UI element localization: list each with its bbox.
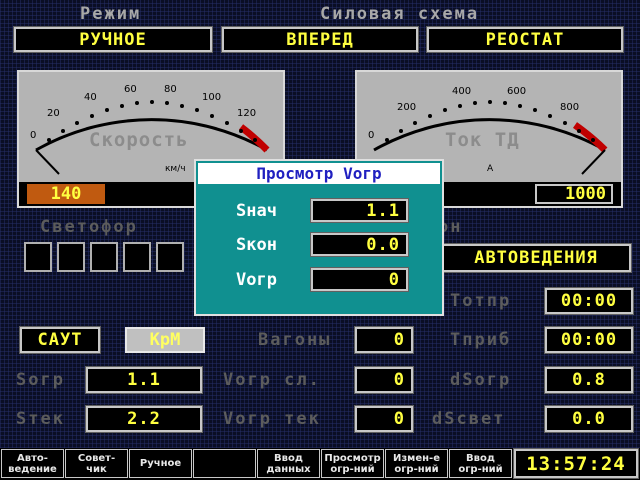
- mode-display: РУЧНОЕ: [13, 26, 213, 53]
- ds-signal-label: dSсвет: [432, 409, 506, 429]
- fkey-view-limits[interactable]: Просмотр огр-ний: [321, 449, 384, 478]
- fkey-manual-label: Ручное: [139, 458, 182, 469]
- wagons-label: Вагоны: [258, 330, 332, 350]
- current-tick-400: 400: [452, 86, 472, 97]
- current-tick-800: 800: [560, 102, 580, 113]
- dialog-s-end-value[interactable]: 0.0: [310, 232, 409, 257]
- v-limit-next-value: 0: [354, 366, 414, 394]
- v-limit-next-label: Vогр сл.: [223, 370, 321, 390]
- speed-tick-0: 0: [30, 130, 37, 141]
- fkey-auto-drive-label: Авто- ведение: [8, 452, 57, 475]
- fkey-manual[interactable]: Ручное: [129, 449, 192, 478]
- t-departure-value: 00:00: [544, 287, 634, 315]
- speed-gauge-label: Скорость: [89, 129, 189, 151]
- dialog-v-limit-value[interactable]: 0: [310, 267, 409, 292]
- fkey-advisor[interactable]: Совет- чик: [65, 449, 128, 478]
- speed-tick-120: 120: [237, 108, 257, 119]
- signal-light-1: [24, 242, 52, 272]
- s-current-value: 2.2: [85, 405, 203, 433]
- dialog-s-start-value[interactable]: 1.1: [310, 198, 409, 223]
- circuit-display: РЕОСТАТ: [426, 26, 624, 53]
- current-tick-600: 600: [507, 86, 527, 97]
- t-arrival-label: Тприб: [450, 330, 512, 350]
- ds-limit-value: 0.8: [544, 366, 634, 394]
- speed-needle: [35, 149, 60, 175]
- signal-light-5: [156, 242, 184, 272]
- power-scheme-header: Силовая схема: [320, 4, 480, 24]
- fkey-data-entry[interactable]: Ввод данных: [257, 449, 320, 478]
- auto-drive-mode-display: АВТОВЕДЕНИЯ: [440, 243, 632, 273]
- speed-tick-20: 20: [47, 108, 60, 119]
- signal-light-2: [57, 242, 85, 272]
- speed-unit: км/ч: [165, 164, 186, 174]
- current-unit: А: [487, 164, 494, 174]
- dialog-s-end-label: Sкон: [236, 235, 277, 255]
- current-needle: [581, 149, 606, 175]
- dialog-title: Просмотр Vогр: [198, 163, 440, 184]
- speed-tick-40: 40: [84, 92, 97, 103]
- t-arrival-value: 00:00: [544, 326, 634, 354]
- speed-value: 140: [27, 184, 105, 204]
- speed-tick-60: 60: [124, 84, 137, 95]
- signal-label: Светофор: [40, 217, 138, 237]
- signal-light-4: [123, 242, 151, 272]
- direction-display: ВПЕРЕД: [221, 26, 419, 53]
- fkey-change-limits[interactable]: Измен-е огр-ний: [385, 449, 448, 478]
- current-value: 1000: [535, 184, 613, 204]
- fkey-enter-limits[interactable]: Ввод огр-ний: [449, 449, 512, 478]
- ds-limit-label: dSогр: [450, 370, 512, 390]
- fkey-advisor-label: Совет- чик: [77, 452, 116, 475]
- s-limit-value: 1.1: [85, 366, 203, 394]
- s-current-label: Sтек: [16, 409, 65, 429]
- speed-tick-80: 80: [164, 84, 177, 95]
- saut-button[interactable]: САУТ: [19, 326, 101, 354]
- dialog-v-limit-label: Vогр: [236, 270, 277, 290]
- v-limit-view-dialog: Просмотр Vогр Sнач 1.1 Sкон 0.0 Vогр 0: [194, 159, 444, 316]
- fkey-empty[interactable]: [193, 449, 256, 478]
- speed-tick-100: 100: [202, 92, 222, 103]
- dialog-s-start-label: Sнач: [236, 201, 277, 221]
- fkey-enter-limits-label: Ввод огр-ний: [458, 452, 503, 475]
- current-gauge-label: Ток ТД: [445, 129, 520, 151]
- signal-light-3: [90, 242, 118, 272]
- fkey-view-limits-label: Просмотр огр-ний: [324, 452, 381, 475]
- wagons-value: 0: [354, 326, 414, 354]
- v-limit-current-value: 0: [354, 405, 414, 433]
- fkey-data-entry-label: Ввод данных: [266, 452, 311, 475]
- s-limit-label: Sогр: [16, 370, 65, 390]
- fkey-change-limits-label: Измен-е огр-ний: [393, 452, 440, 475]
- clock-display: 13:57:24: [513, 448, 639, 479]
- ds-signal-value: 0.0: [544, 405, 634, 433]
- current-tick-200: 200: [397, 102, 417, 113]
- t-departure-label: Тотпр: [450, 291, 512, 311]
- v-limit-current-label: Vогр тек: [223, 409, 321, 429]
- current-tick-0: 0: [368, 130, 375, 141]
- fkey-auto-drive[interactable]: Авто- ведение: [1, 449, 64, 478]
- mode-header: Режим: [80, 4, 142, 24]
- krm-button[interactable]: КрМ: [125, 327, 205, 353]
